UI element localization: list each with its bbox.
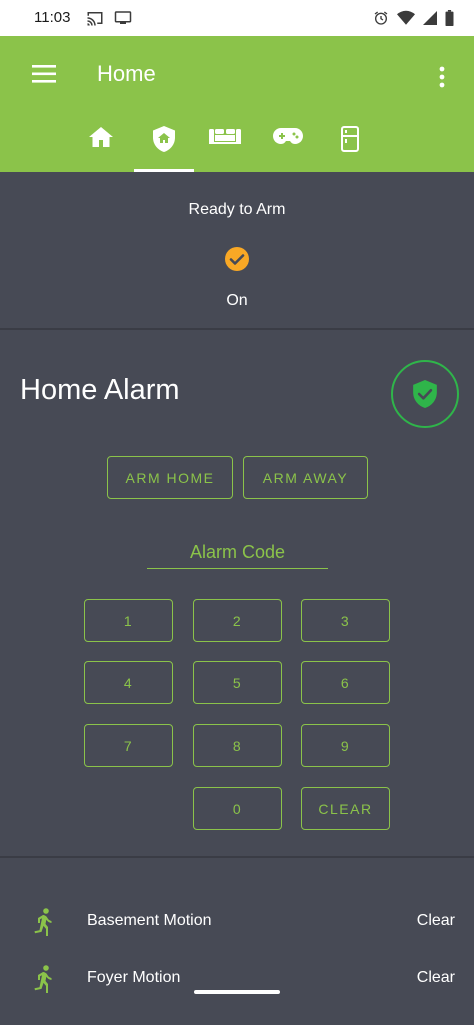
battery-icon [445, 10, 454, 26]
key-clear[interactable]: CLEAR [301, 787, 390, 830]
key-1[interactable]: 1 [84, 599, 173, 642]
page-title: Home [97, 61, 156, 86]
walk-icon [34, 965, 52, 993]
menu-icon[interactable] [32, 64, 56, 84]
alarm-panel-title: Home Alarm [20, 374, 180, 406]
sensors-card: Basement Motion Clear Foyer Motion Clear [0, 860, 474, 1000]
home-icon [89, 127, 113, 147]
entity-name: Basement Motion [87, 912, 212, 929]
alarm-status-button[interactable] [391, 360, 459, 428]
key-7[interactable]: 7 [84, 724, 173, 767]
app-bar: Home [0, 36, 474, 172]
ready-to-arm-card[interactable]: Ready to Arm On [0, 172, 474, 330]
walk-icon [34, 908, 52, 936]
sofa-icon [209, 129, 241, 144]
key-5[interactable]: 5 [193, 661, 282, 704]
key-3[interactable]: 3 [301, 599, 390, 642]
arm-home-button[interactable]: ARM HOME [107, 456, 233, 499]
status-bar: 11:03 [0, 0, 474, 36]
alarm-panel-card: Home Alarm ARM HOME ARM AWAY Alarm Code … [0, 334, 474, 858]
key-9[interactable]: 9 [301, 724, 390, 767]
list-item[interactable]: Foyer Motion Clear [0, 965, 474, 1025]
alarm-code-placeholder: Alarm Code [189, 542, 286, 562]
alarm-code-input[interactable]: Alarm Code [147, 538, 328, 569]
home-shield-icon [153, 126, 175, 152]
tab-kitchen[interactable] [320, 114, 380, 172]
gamepad-icon [273, 128, 303, 144]
alarm-clock-icon [374, 11, 388, 25]
entity-state: Clear [416, 969, 455, 986]
key-8[interactable]: 8 [193, 724, 282, 767]
check-circle-icon [225, 247, 249, 271]
arm-away-button[interactable]: ARM AWAY [243, 456, 368, 499]
gesture-nav-handle[interactable] [194, 990, 280, 994]
key-6[interactable]: 6 [301, 661, 390, 704]
key-0[interactable]: 0 [193, 787, 282, 830]
entity-state: Clear [416, 912, 455, 929]
wifi-icon [397, 10, 415, 25]
more-vert-icon[interactable] [438, 66, 446, 88]
key-2[interactable]: 2 [193, 599, 282, 642]
tab-living-room[interactable] [195, 114, 255, 172]
entity-name: Foyer Motion [87, 969, 181, 986]
cast-icon [87, 12, 103, 26]
ready-to-arm-label: Ready to Arm [188, 201, 286, 218]
fridge-icon [341, 126, 359, 152]
tab-games[interactable] [258, 114, 318, 172]
shield-check-icon [413, 380, 437, 408]
status-time: 11:03 [34, 9, 71, 26]
screen-icon [114, 11, 132, 24]
ready-to-arm-state: On [226, 292, 248, 309]
view-tabs [70, 114, 410, 172]
list-item[interactable]: Basement Motion Clear [0, 908, 474, 968]
tab-alarm[interactable] [134, 114, 194, 172]
key-4[interactable]: 4 [84, 661, 173, 704]
signal-icon [423, 11, 437, 25]
tab-home[interactable] [71, 114, 131, 172]
